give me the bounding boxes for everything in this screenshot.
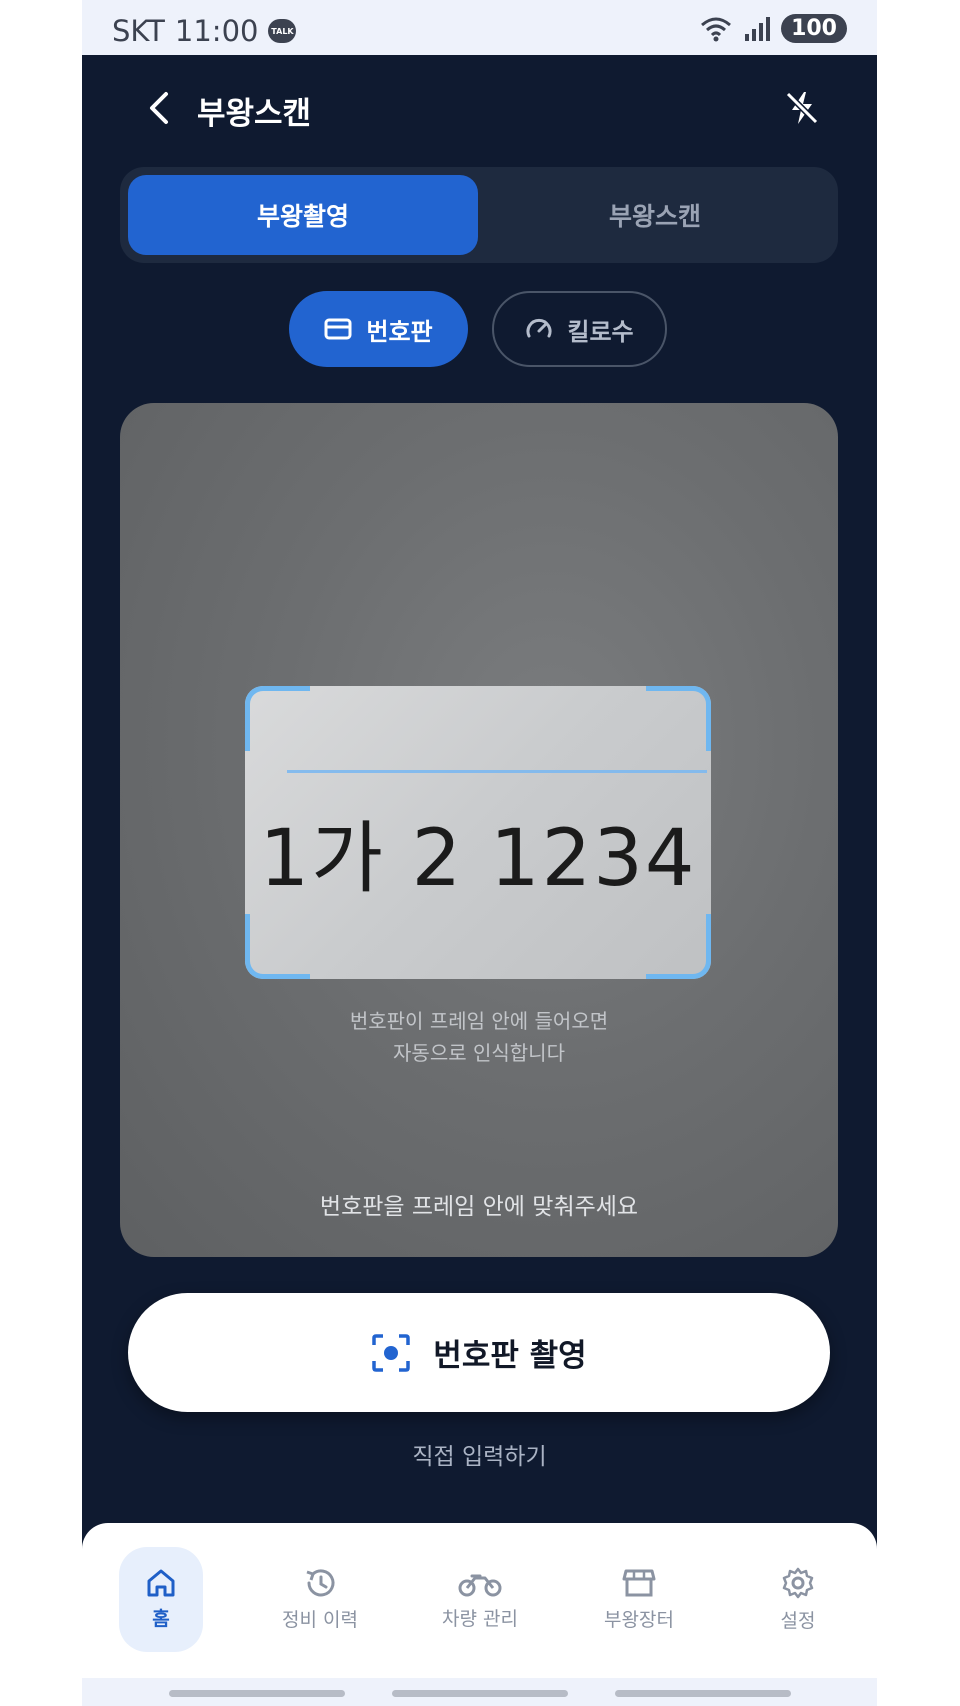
status-right: 100 (699, 14, 847, 43)
nav-label-vehicle: 차량 관리 (442, 1608, 518, 1630)
tab-scan[interactable]: 부왕스캔 (480, 175, 830, 255)
nav-label-home: 홈 (152, 1608, 170, 1630)
gesture-bar-left (169, 1690, 345, 1697)
page-title: 부왕스캔 (197, 96, 312, 132)
nav-item-home[interactable]: 홈 (119, 1547, 203, 1652)
status-left: SKT 11:00 TALK (112, 14, 297, 48)
focus-icon (372, 1333, 411, 1372)
frame-guide-text: 번호판을 프레임 안에 맞춰주세요 (319, 1194, 639, 1220)
chevron-left-icon[interactable] (142, 88, 178, 128)
frame-corner-bottom-left (245, 914, 310, 979)
tab-photo[interactable]: 부왕촬영 (128, 175, 478, 255)
plate-number: 1가 2 1234 (259, 814, 697, 904)
capture-plate-button[interactable]: 번호판 촬영 (128, 1293, 830, 1412)
wifi-icon (701, 17, 732, 41)
manual-input-link[interactable]: 직접 입력하기 (82, 1437, 877, 1471)
nav-label-market: 부왕장터 (604, 1609, 674, 1631)
mileage-mode-label: 킬로수 (567, 317, 634, 346)
nav-label-settings: 설정 (780, 1610, 816, 1632)
motorcycle-icon (458, 1574, 502, 1597)
hint-line-2: 자동으로 인식합니다 (393, 1041, 565, 1065)
frame-corner-bottom-right (646, 914, 711, 979)
capture-button-label: 번호판 촬영 (433, 1338, 587, 1374)
card-icon (324, 318, 352, 340)
nav-label-history: 정비 이력 (282, 1609, 358, 1631)
flash-off-icon[interactable] (782, 88, 822, 128)
mileage-mode-chip[interactable]: 킬로수 (492, 291, 667, 367)
plate-mode-label: 번호판 (366, 317, 433, 346)
nav-item-history[interactable]: 정비 이력 (270, 1547, 370, 1652)
plate-mode-chip[interactable]: 번호판 (289, 291, 468, 367)
frame-corner-top-right (646, 686, 711, 751)
speedometer-icon (526, 318, 552, 338)
license-plate-frame: 1가 2 1234 (245, 686, 711, 979)
nav-item-market[interactable]: 부왕장터 (589, 1547, 689, 1652)
carrier-label: SKT (112, 14, 165, 48)
gesture-navigation-area (82, 1678, 877, 1706)
nav-item-settings[interactable]: 설정 (748, 1547, 848, 1652)
store-icon (622, 1569, 656, 1597)
battery-indicator: 100 (781, 14, 847, 43)
talk-notification-icon: TALK (268, 19, 297, 43)
frame-corner-top-left (245, 686, 310, 751)
gesture-bar-right (615, 1690, 791, 1697)
history-icon (306, 1569, 335, 1597)
nav-item-vehicle[interactable]: 차량 관리 (430, 1547, 530, 1652)
gesture-bar-center (392, 1690, 568, 1697)
bottom-navigation: 홈 정비 이력 차량 관리 부왕장터 설정 (82, 1523, 877, 1678)
hint-line-1: 번호판이 프레임 안에 들어오면 (349, 1009, 609, 1033)
gear-icon (782, 1567, 814, 1599)
clock: 11:00 (174, 14, 259, 48)
scan-line (287, 770, 707, 773)
status-bar: SKT 11:00 TALK 100 (82, 0, 877, 55)
signal-icon (745, 16, 771, 41)
auto-recognize-hint: 번호판이 프레임 안에 들어오면 자동으로 인식합니다 (120, 1005, 838, 1069)
camera-viewport: 1가 2 1234 번호판이 프레임 안에 들어오면 자동으로 인식합니다 번호… (120, 403, 838, 1257)
app-screen: SKT 11:00 TALK 100 부왕스캔 부왕촬영 부왕스캔 번호판 킬로… (82, 0, 877, 1706)
mode-tabs: 부왕촬영 부왕스캔 (120, 167, 838, 263)
home-icon (147, 1569, 175, 1597)
